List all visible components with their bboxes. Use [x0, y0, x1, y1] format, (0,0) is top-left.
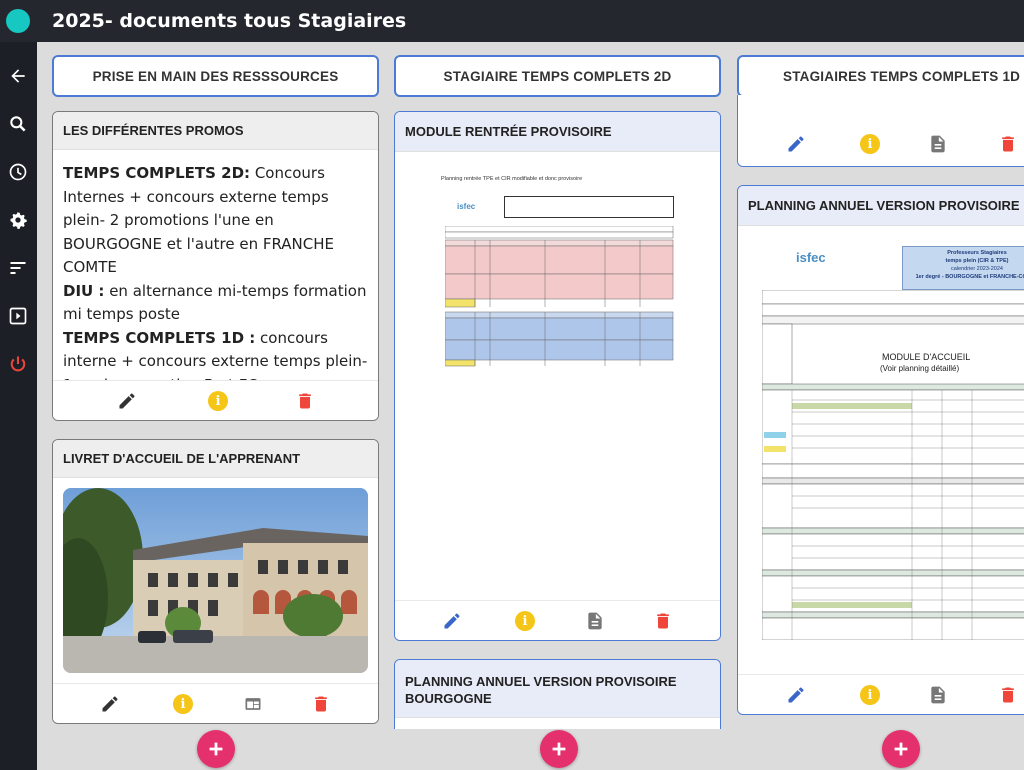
promo-2d-label: TEMPS COMPLETS 2D:: [63, 164, 251, 182]
info-icon[interactable]: i: [858, 132, 882, 156]
info-icon[interactable]: i: [858, 683, 882, 707]
clock-icon[interactable]: [6, 160, 30, 184]
card-title: LES DIFFÉRENTES PROMOS: [53, 112, 378, 150]
board-title: 2025- documents tous Stagiaires: [52, 10, 407, 32]
doc-box-line3: calendrier 2023-2024: [951, 266, 1003, 272]
promo-diu-label: DIU :: [63, 281, 105, 300]
info-icon[interactable]: i: [171, 692, 195, 716]
doc-module-sub: (Voir planning détaillé): [880, 364, 960, 373]
edit-icon[interactable]: [98, 692, 122, 716]
card-actions: i: [395, 600, 720, 640]
doc-box-line1: Professeurs Stagiaires: [947, 250, 1007, 256]
embed-icon[interactable]: [241, 692, 265, 716]
document-icon[interactable]: [926, 132, 950, 156]
delete-icon[interactable]: [996, 683, 1020, 707]
back-arrow-icon[interactable]: [6, 64, 30, 88]
card-module-rentree[interactable]: MODULE RENTRÉE PROVISOIRE Planning rentr…: [394, 111, 721, 641]
promo-diu-text: en alternance mi-temps formation mi temp…: [63, 281, 367, 324]
doc-planning-grid: [762, 290, 1024, 640]
card-actions: i: [53, 380, 378, 420]
doc-box-line2: temps plein (CIR & TPE): [945, 258, 1009, 264]
top-bar: 2025- documents tous Stagiaires: [0, 0, 1024, 42]
card-previous-1d[interactable]: i: [737, 95, 1024, 167]
document-preview: isfec Professeurs Stagiaires temps plein…: [762, 246, 1024, 656]
sort-icon[interactable]: [6, 256, 30, 280]
power-icon[interactable]: [6, 352, 30, 376]
left-rail: [0, 42, 37, 770]
doc-logo: isfec: [796, 250, 826, 265]
delete-icon[interactable]: [651, 609, 675, 633]
add-card-button-col3[interactable]: [882, 730, 920, 768]
doc-module-title: MODULE D'ACCUEIL: [882, 352, 971, 362]
slideshow-icon[interactable]: [6, 304, 30, 328]
search-icon[interactable]: [6, 112, 30, 136]
card-body-text: TEMPS COMPLETS 2D: Concours Internes + c…: [63, 162, 370, 397]
edit-icon[interactable]: [115, 389, 139, 413]
card-actions: i: [738, 120, 1024, 166]
info-icon[interactable]: i: [513, 609, 537, 633]
delete-icon[interactable]: [996, 132, 1020, 156]
add-card-button-col1[interactable]: [197, 730, 235, 768]
doc-header-box: [504, 196, 674, 218]
document-icon[interactable]: [583, 609, 607, 633]
delete-icon[interactable]: [309, 692, 333, 716]
gear-icon[interactable]: [6, 208, 30, 232]
card-promos[interactable]: LES DIFFÉRENTES PROMOS TEMPS COMPLETS 2D…: [52, 111, 379, 421]
doc-title-box: Professeurs Stagiaires temps plein (CIR …: [902, 246, 1024, 290]
card-actions: i: [738, 674, 1024, 714]
doc-schedule-grid: [445, 226, 674, 367]
delete-icon[interactable]: [293, 389, 317, 413]
card-planning-bourgogne[interactable]: PLANNING ANNUEL VERSION PROVISOIRE BOURG…: [394, 659, 721, 729]
card-planning-annuel-1d[interactable]: PLANNING ANNUEL VERSION PROVISOIRE isfec…: [737, 185, 1024, 715]
promo-1d-label: TEMPS COMPLETS 1D :: [63, 328, 256, 347]
doc-heading: Planning rentrée TPE et CIR modifiable e…: [441, 176, 583, 182]
add-card-button-col2[interactable]: [540, 730, 578, 768]
card-actions: i: [53, 683, 378, 723]
edit-icon[interactable]: [440, 609, 464, 633]
info-icon[interactable]: i: [206, 389, 230, 413]
column-header-temps-complets-2d[interactable]: STAGIAIRE TEMPS COMPLETS 2D: [394, 55, 721, 97]
doc-logo: isfec: [457, 202, 476, 211]
edit-icon[interactable]: [784, 683, 808, 707]
document-icon[interactable]: [926, 683, 950, 707]
edit-icon[interactable]: [784, 132, 808, 156]
doc-box-line4: 1er degré - BOURGOGNE et FRANCHE-COMTE: [915, 274, 1024, 280]
card-title: PLANNING ANNUEL VERSION PROVISOIRE: [738, 186, 1024, 226]
card-livret-accueil[interactable]: LIVRET D'ACCUEIL DE L'APPRENANT i: [52, 439, 379, 724]
card-title: MODULE RENTRÉE PROVISOIRE: [395, 112, 720, 152]
card-title: LIVRET D'ACCUEIL DE L'APPRENANT: [53, 440, 378, 478]
card-title: PLANNING ANNUEL VERSION PROVISOIRE BOURG…: [395, 660, 720, 718]
column-header-temps-complets-1d[interactable]: STAGIAIRES TEMPS COMPLETS 1D: [737, 55, 1024, 97]
column-header-prise-en-main[interactable]: PRISE EN MAIN DES RESSSOURCES: [52, 55, 379, 97]
avatar[interactable]: [6, 9, 30, 33]
building-photo: [63, 488, 368, 673]
document-preview: Planning rentrée TPE et CIR modifiable e…: [439, 176, 679, 367]
